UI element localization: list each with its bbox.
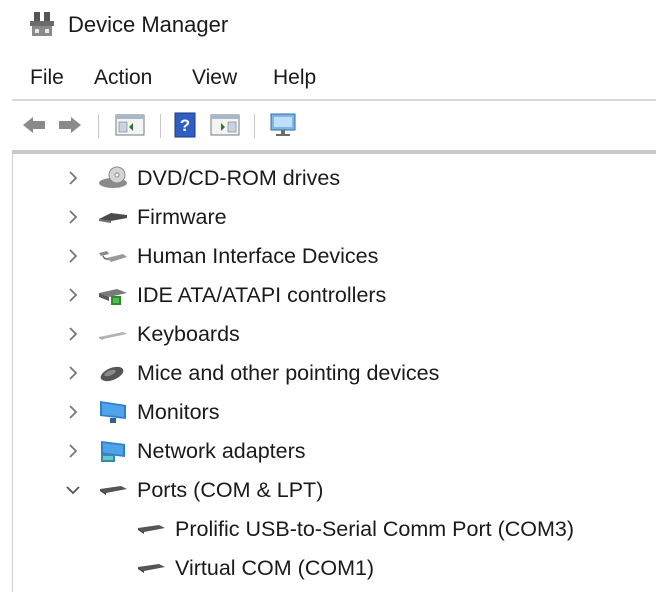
tree-node-label: Keyboards	[137, 321, 240, 346]
tree-node-mice-and-other-pointing-devices[interactable]: Mice and other pointing devices	[13, 356, 656, 390]
tree-node-label: Ports (COM & LPT)	[137, 477, 324, 502]
chevron-right-icon[interactable]	[65, 248, 81, 264]
toolbar: ?	[0, 104, 656, 146]
svg-text:?: ?	[180, 116, 190, 135]
toolbar-separator	[98, 114, 99, 138]
chevron-right-icon[interactable]	[65, 326, 81, 342]
tree-node-virtual-com[interactable]: Virtual COM (COM1)	[13, 551, 656, 585]
port-icon	[97, 478, 129, 502]
tree-node-label: Network adapters	[137, 438, 306, 463]
tree-node-label: IDE ATA/ATAPI controllers	[137, 282, 387, 307]
keyboard-icon	[97, 322, 129, 346]
dvd-drive-icon	[97, 166, 129, 190]
menu-file[interactable]: File	[30, 66, 64, 90]
hid-icon	[97, 244, 129, 268]
chevron-right-icon[interactable]	[65, 443, 81, 459]
toolbar-separator	[160, 114, 161, 138]
help-icon[interactable]: ?	[172, 110, 198, 140]
device-tree: DVD/CD-ROM drives Firmware Human Interfa…	[12, 154, 656, 592]
chevron-right-icon[interactable]	[65, 365, 81, 381]
tree-node-human-interface-devices[interactable]: Human Interface Devices	[13, 239, 656, 273]
chevron-right-icon[interactable]	[65, 170, 81, 186]
menu-help[interactable]: Help	[273, 66, 316, 90]
back-icon[interactable]	[20, 110, 48, 140]
title-bar: Device Manager	[0, 0, 656, 50]
tree-node-prolific-usb-to-serial-comm-port[interactable]: Prolific USB-to-Serial Comm Port (COM3)	[13, 512, 656, 546]
tree-node-label: Monitors	[137, 399, 220, 424]
network-adapter-icon	[97, 439, 129, 463]
chevron-right-icon[interactable]	[65, 404, 81, 420]
tree-node-label: Prolific USB-to-Serial Comm Port (COM3)	[175, 516, 574, 541]
show-hide-console-tree-icon[interactable]	[112, 110, 148, 140]
menu-action[interactable]: Action	[94, 66, 152, 90]
device-manager-icon	[28, 10, 56, 38]
tree-node-firmware[interactable]: Firmware	[13, 200, 656, 234]
chevron-right-icon[interactable]	[65, 209, 81, 225]
forward-icon[interactable]	[56, 110, 84, 140]
window-title: Device Manager	[68, 12, 229, 37]
tree-node-label: DVD/CD-ROM drives	[137, 165, 341, 190]
mouse-icon	[97, 361, 129, 385]
menu-divider	[12, 99, 656, 101]
firmware-icon	[97, 205, 129, 229]
tree-node-monitors[interactable]: Monitors	[13, 395, 656, 429]
tree-node-label: Mice and other pointing devices	[137, 360, 440, 385]
chevron-right-icon[interactable]	[65, 287, 81, 303]
tree-node-label: Firmware	[137, 204, 227, 229]
monitor-icon	[97, 400, 129, 424]
tree-node-ide-ata-atapi-controllers[interactable]: IDE ATA/ATAPI controllers	[13, 278, 656, 312]
chevron-down-icon[interactable]	[65, 482, 81, 498]
menu-bar: File Action View Help	[0, 60, 656, 98]
scan-hardware-icon[interactable]	[266, 110, 300, 140]
port-icon	[135, 556, 167, 580]
tree-node-label: Virtual COM (COM1)	[175, 555, 375, 580]
tree-node-network-adapters[interactable]: Network adapters	[13, 434, 656, 468]
tree-node-label: Human Interface Devices	[137, 243, 379, 268]
tree-node-keyboards[interactable]: Keyboards	[13, 317, 656, 351]
ide-controller-icon	[97, 283, 129, 307]
toolbar-separator	[254, 114, 255, 138]
port-icon	[135, 517, 167, 541]
tree-node-ports-com-lpt[interactable]: Ports (COM & LPT)	[13, 473, 656, 507]
tree-node-dvd-cd-rom-drives[interactable]: DVD/CD-ROM drives	[13, 161, 656, 195]
properties-panel-icon[interactable]	[208, 110, 242, 140]
menu-view[interactable]: View	[192, 66, 237, 90]
